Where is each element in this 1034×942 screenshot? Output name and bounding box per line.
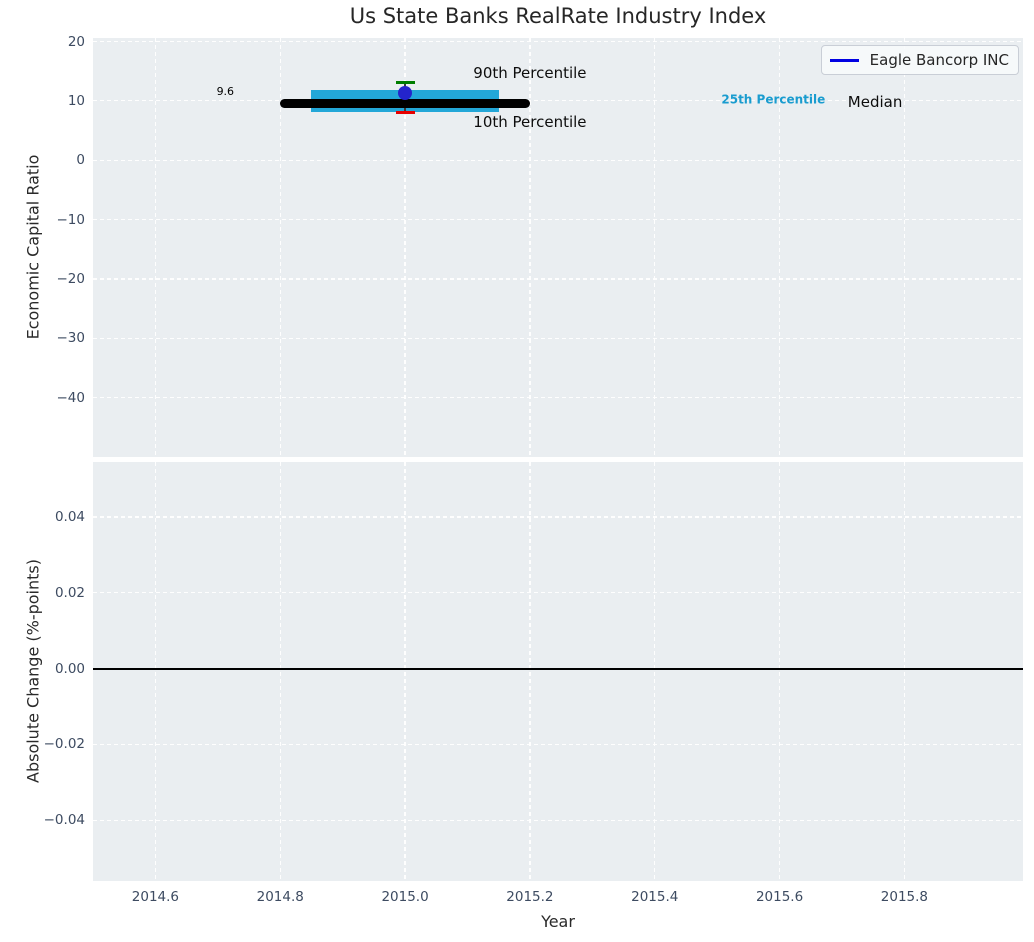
annotation: Median	[847, 92, 903, 111]
gridline-vertical	[154, 462, 156, 881]
y-tick-label: −0.02	[43, 736, 85, 753]
gridline-vertical	[529, 462, 531, 881]
y-tick-label: −40	[56, 389, 86, 406]
gridline-horizontal	[93, 743, 1023, 746]
annotation: 10th Percentile	[473, 113, 587, 132]
gridline-horizontal	[93, 592, 1023, 594]
x-tick-label: 2014.8	[256, 889, 304, 905]
top-axes-economic-capital-ratio: Eagle Bancorp INC 9.6 90th Percentile 10th…	[93, 38, 1023, 457]
x-tick-label: 2015.2	[506, 889, 554, 905]
x-tick-label: 2015.0	[381, 889, 429, 905]
p10-whisker-cap	[395, 111, 415, 115]
annotation: 90th Percentile	[473, 63, 587, 82]
gridline-vertical	[778, 462, 781, 881]
figure: Us State Banks RealRate Industry Index E…	[0, 0, 1034, 942]
gridline-vertical	[903, 462, 905, 881]
y-tick-label: 0.04	[54, 508, 85, 525]
gridline-horizontal	[93, 40, 1023, 43]
y-tick-label: 0	[76, 152, 85, 169]
gridline-horizontal	[93, 159, 1023, 161]
y-tick-label: −0.04	[43, 812, 85, 829]
y-tick-label: 0.00	[54, 660, 85, 677]
gridline-horizontal	[93, 337, 1023, 339]
annotation: 9.6	[216, 84, 235, 98]
gridline-vertical	[654, 462, 656, 881]
legend-line-swatch	[829, 58, 859, 62]
y-tick-label: −20	[56, 270, 86, 287]
y-tick-label: −30	[56, 330, 86, 347]
gridline-horizontal	[93, 278, 1023, 280]
x-tick-label: 2015.8	[880, 889, 929, 905]
y-tick-label: −10	[56, 211, 86, 228]
y-tick-label: 20	[67, 33, 85, 50]
gridline-horizontal	[93, 219, 1023, 221]
x-tick-label: 2014.6	[131, 889, 180, 905]
bottom-axes-absolute-change	[93, 462, 1023, 881]
zero-baseline	[93, 667, 1023, 670]
gridline-vertical	[279, 462, 281, 881]
legend-label: Eagle Bancorp INC	[869, 51, 1009, 69]
annotation: 25th Percentile	[721, 92, 826, 107]
x-tick-label: 2015.6	[755, 889, 804, 905]
legend: Eagle Bancorp INC	[820, 45, 1019, 75]
x-tick-label: 2015.4	[631, 889, 679, 905]
gridline-horizontal	[93, 516, 1023, 518]
gridline-vertical	[404, 462, 406, 881]
median-line	[280, 98, 530, 108]
x-axis-label: Year	[541, 912, 575, 931]
y-axis-label-top: Economic Capital Ratio	[23, 154, 43, 340]
y-tick-label: 10	[67, 92, 85, 109]
chart-title: Us State Banks RealRate Industry Index	[349, 4, 767, 28]
p90-whisker-cap	[395, 81, 415, 84]
gridline-horizontal	[93, 397, 1023, 399]
y-tick-label: 0.02	[54, 584, 85, 601]
gridline-horizontal	[93, 819, 1023, 821]
